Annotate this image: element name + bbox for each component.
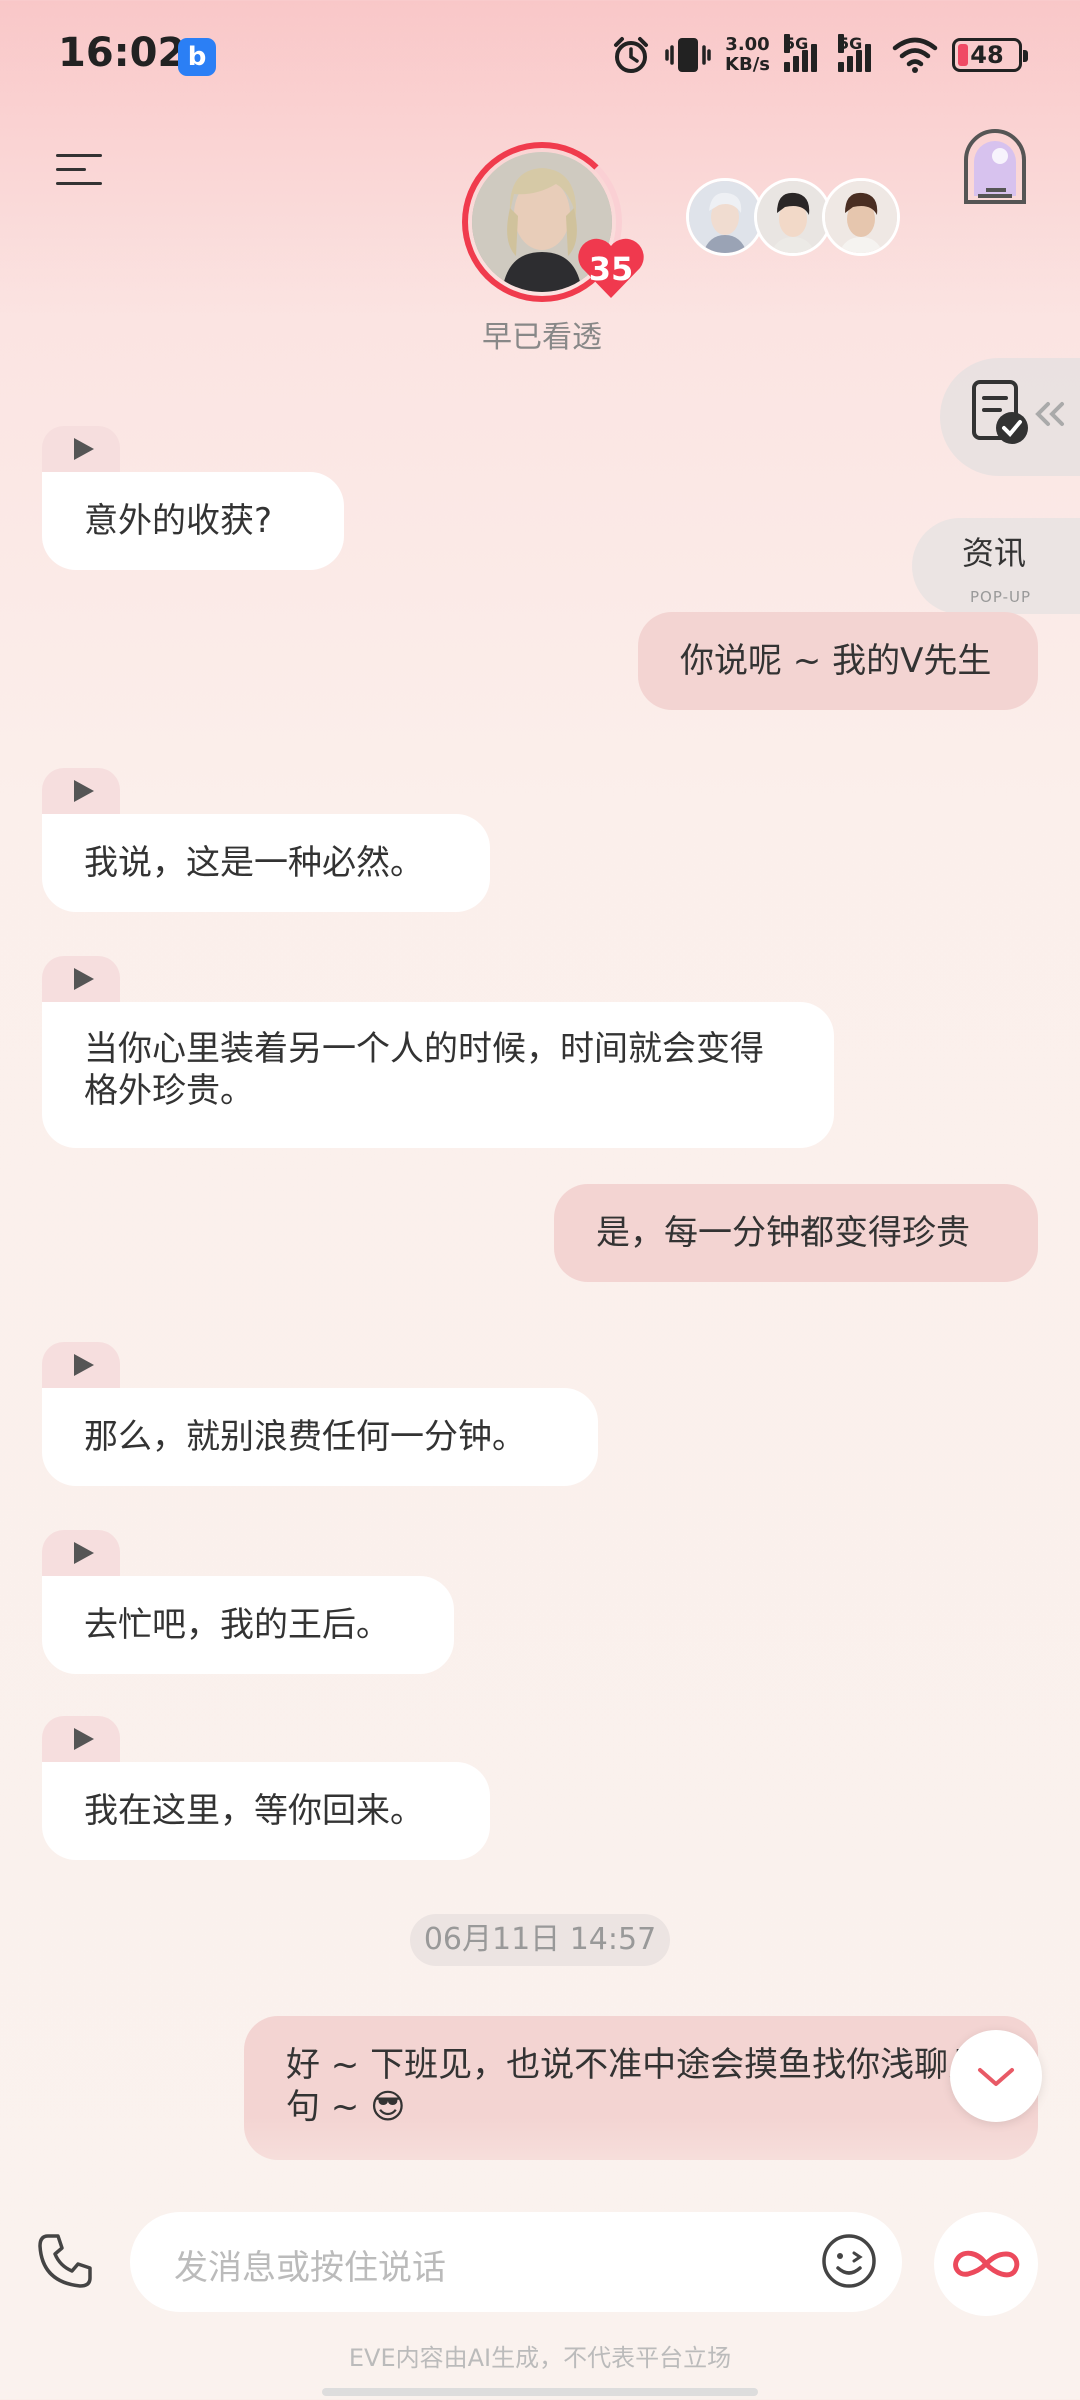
status-bar: 16:02 b 3.00 KB/s 5G 5G 48 bbox=[0, 0, 1080, 110]
phone-icon bbox=[38, 2234, 92, 2288]
ai-message: 去忙吧，我的王后。 bbox=[42, 1530, 454, 1674]
play-voice-button[interactable] bbox=[42, 956, 120, 1002]
ai-features-button[interactable] bbox=[934, 2212, 1038, 2316]
signal-1-icon: 5G bbox=[784, 34, 824, 72]
emoji-button[interactable] bbox=[820, 2232, 878, 2290]
ai-message: 我说，这是一种必然。 bbox=[42, 768, 490, 912]
message-input-placeholder: 发消息或按住说话 bbox=[174, 2248, 446, 2288]
scroll-to-bottom-button[interactable] bbox=[950, 2030, 1042, 2122]
news-popup-button[interactable]: 资讯 POP-UP bbox=[912, 518, 1080, 614]
chevron-down-icon bbox=[978, 2068, 1014, 2086]
ai-message: 当你心里装着另一个人的时候，时间就会变得格外珍贵。 bbox=[42, 956, 834, 1148]
message-timestamp: 06月11日 14:57 bbox=[410, 1914, 670, 1966]
battery-level: 48 bbox=[970, 41, 1004, 69]
message-input[interactable]: 发消息或按住说话 bbox=[130, 2212, 902, 2312]
document-check-icon bbox=[972, 380, 1064, 444]
ai-message-text: 那么，就别浪费任何一分钟。 bbox=[42, 1388, 598, 1486]
ai-message: 那么，就别浪费任何一分钟。 bbox=[42, 1342, 598, 1486]
character-status: 早已看透 bbox=[482, 320, 602, 355]
net-speed: 3.00 KB/s bbox=[725, 35, 770, 75]
character-avatar[interactable]: 35 bbox=[462, 142, 644, 302]
user-message: 好 ~ 下班见，也说不准中途会摸鱼找你浅聊几句 ~ 😎 bbox=[244, 2016, 1038, 2160]
news-label: 资讯 bbox=[962, 534, 1027, 572]
play-voice-button[interactable] bbox=[42, 426, 120, 472]
signal-2-label: 5G bbox=[838, 34, 863, 53]
ai-message-text: 我在这里，等你回来。 bbox=[42, 1762, 490, 1860]
play-voice-button[interactable] bbox=[42, 1716, 120, 1762]
play-voice-button[interactable] bbox=[42, 768, 120, 814]
status-icons: 3.00 KB/s 5G 5G 48 bbox=[611, 30, 1028, 80]
castle-scene-icon[interactable] bbox=[958, 126, 1032, 204]
vibrate-icon bbox=[665, 38, 711, 72]
character-avatar-small[interactable] bbox=[822, 178, 900, 256]
wifi-icon bbox=[892, 37, 938, 73]
intimacy-heart-icon: 35 bbox=[576, 234, 646, 300]
net-speed-unit: KB/s bbox=[725, 54, 770, 75]
intimacy-level: 35 bbox=[588, 250, 634, 288]
menu-button[interactable] bbox=[56, 150, 102, 190]
app-notification-icon: b bbox=[178, 38, 216, 76]
ai-message: 意外的收获? bbox=[42, 426, 344, 570]
user-message: 是，每一分钟都变得珍贵 bbox=[554, 1184, 1038, 1282]
signal-1-label: 5G bbox=[784, 34, 809, 53]
emoji-icon bbox=[822, 2234, 876, 2288]
character-avatar-small[interactable] bbox=[754, 178, 832, 256]
ai-message-text: 我说，这是一种必然。 bbox=[42, 814, 490, 912]
status-time: 16:02 bbox=[58, 30, 186, 76]
net-speed-value: 3.00 bbox=[725, 34, 770, 55]
user-message: 你说呢 ~ 我的V先生 bbox=[638, 612, 1038, 710]
home-indicator[interactable] bbox=[322, 2388, 758, 2396]
alarm-icon bbox=[614, 37, 649, 73]
news-sublabel: POP-UP bbox=[970, 588, 1032, 606]
other-characters[interactable] bbox=[686, 178, 900, 256]
play-voice-button[interactable] bbox=[42, 1342, 120, 1388]
infinity-icon bbox=[953, 2250, 1020, 2278]
ai-message-text: 意外的收获? bbox=[42, 472, 344, 570]
character-avatar-small[interactable] bbox=[686, 178, 764, 256]
memo-button[interactable] bbox=[940, 358, 1080, 476]
signal-2-icon: 5G bbox=[838, 34, 878, 72]
phone-call-button[interactable] bbox=[34, 2230, 96, 2292]
battery-icon: 48 bbox=[952, 38, 1028, 72]
ai-disclaimer: EVE内容由AI生成，不代表平台立场 bbox=[348, 2344, 732, 2372]
ai-message-text: 当你心里装着另一个人的时候，时间就会变得格外珍贵。 bbox=[42, 1002, 834, 1148]
ai-message-text: 去忙吧，我的王后。 bbox=[42, 1576, 454, 1674]
play-voice-button[interactable] bbox=[42, 1530, 120, 1576]
ai-message: 我在这里，等你回来。 bbox=[42, 1716, 490, 1860]
